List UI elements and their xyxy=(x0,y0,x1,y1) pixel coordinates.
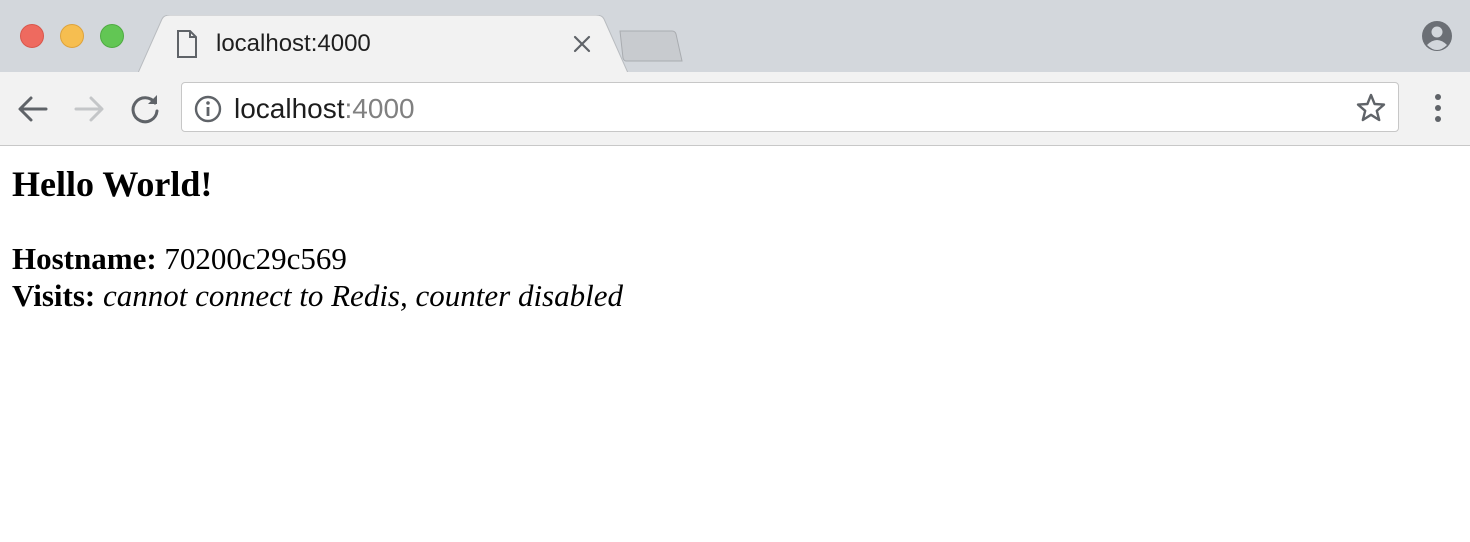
arrow-right-icon[interactable] xyxy=(72,92,106,126)
new-tab-button[interactable] xyxy=(612,30,688,64)
visits-value: cannot connect to Redis, counter disable… xyxy=(103,278,623,313)
tab-title: localhost:4000 xyxy=(216,30,371,57)
document-icon xyxy=(177,30,197,58)
window-maximize-button[interactable] xyxy=(100,24,124,48)
tab-close-icon[interactable] xyxy=(570,32,594,56)
reload-icon[interactable] xyxy=(128,92,162,126)
hostname-value: 70200c29c569 xyxy=(164,241,347,276)
url-port: :4000 xyxy=(344,93,415,124)
active-tab[interactable] xyxy=(138,15,628,73)
window-close-button[interactable] xyxy=(20,24,44,48)
page-content: Hello World! Hostname: 70200c29c569 Visi… xyxy=(12,146,1452,314)
visits-line: Visits: cannot connect to Redis, counter… xyxy=(12,277,1452,314)
hostname-label: Hostname: xyxy=(12,241,157,276)
url-text[interactable]: localhost:4000 xyxy=(234,92,415,126)
kebab-menu-icon[interactable] xyxy=(1426,92,1450,124)
arrow-left-icon[interactable] xyxy=(16,92,50,126)
visits-label: Visits: xyxy=(12,278,96,313)
account-icon[interactable] xyxy=(1420,19,1454,53)
info-icon[interactable] xyxy=(193,94,223,124)
star-icon[interactable] xyxy=(1355,92,1387,124)
window-minimize-button[interactable] xyxy=(60,24,84,48)
page-heading: Hello World! xyxy=(12,164,213,204)
hostname-line: Hostname: 70200c29c569 xyxy=(12,240,1452,277)
url-host: localhost xyxy=(234,93,345,124)
